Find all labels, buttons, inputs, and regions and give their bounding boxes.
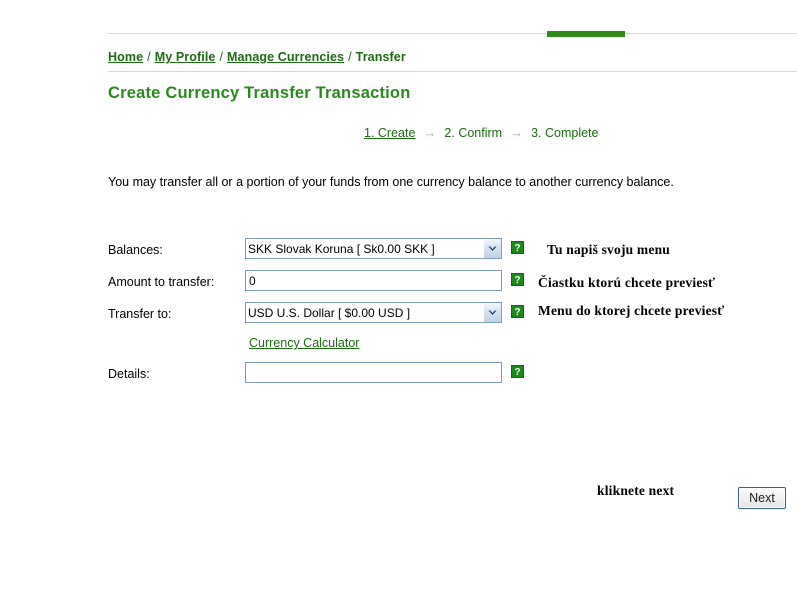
transfer-to-field-wrap: USD U.S. Dollar [ $0.00 USD ] [245,302,502,323]
currency-calculator-link[interactable]: Currency Calculator [249,336,359,350]
details-label: Details: [108,367,150,381]
annotation-balances: Tu napiš svoju menu [547,242,670,257]
help-icon-balances[interactable]: ? [511,241,524,254]
transfer-to-select[interactable]: USD U.S. Dollar [ $0.00 USD ] [245,302,502,323]
breadcrumb-item-my-profile[interactable]: My Profile [155,50,216,64]
help-icon-amount[interactable]: ? [511,273,524,286]
breadcrumb-divider [108,71,797,72]
transfer-to-label: Transfer to: [108,307,172,321]
transfer-form: Balances: SKK Slovak Koruna [ Sk0.00 SKK… [108,236,538,392]
step-3-complete: 3. Complete [531,126,599,140]
breadcrumb: Home / My Profile / Manage Currencies / Transf… [108,50,406,64]
annotation-transfer-to: Menu do ktorej chcete previesť [538,303,725,318]
balances-select[interactable]: SKK Slovak Koruna [ Sk0.00 SKK ] [245,238,502,259]
intro-text: You may transfer all or a portion of you… [108,175,674,189]
details-field-wrap [245,362,502,383]
form-row-transfer-to: Transfer to: USD U.S. Dollar [ $0.00 USD… [108,300,538,332]
form-row-details: Details: ? [108,360,538,392]
active-section-tab [547,31,625,37]
breadcrumb-separator: / [147,50,151,64]
details-input[interactable] [245,362,502,383]
balances-label: Balances: [108,243,163,257]
help-icon-transfer-to[interactable]: ? [511,305,524,318]
amount-field-wrap [245,270,502,291]
step-wizard: 1. Create → 2. Confirm → 3. Complete [364,125,598,140]
amount-label: Amount to transfer: [108,275,215,289]
step-1-create[interactable]: 1. Create [364,126,415,140]
breadcrumb-item-home[interactable]: Home [108,50,143,64]
top-decorative-bar [108,31,797,37]
help-icon-details[interactable]: ? [511,365,524,378]
balances-field-wrap: SKK Slovak Koruna [ Sk0.00 SKK ] [245,238,502,259]
form-row-amount: Amount to transfer: ? [108,268,538,300]
amount-input[interactable] [245,270,502,291]
breadcrumb-separator: / [348,50,352,64]
step-arrow-icon: → [423,125,437,140]
form-row-balances: Balances: SKK Slovak Koruna [ Sk0.00 SKK… [108,236,538,268]
annotation-amount: Čiastku ktorú chcete previesť [538,275,716,290]
breadcrumb-item-manage-currencies[interactable]: Manage Currencies [227,50,344,64]
breadcrumb-separator: / [219,50,224,64]
breadcrumb-item-transfer: Transfer [355,50,406,64]
top-rule [108,33,797,34]
annotation-next: kliknete next [597,483,675,498]
step-arrow-icon: → [510,125,524,140]
form-row-calculator: Currency Calculator [108,332,538,360]
next-button[interactable]: Next [738,487,786,509]
page-title: Create Currency Transfer Transaction [108,84,411,102]
step-2-confirm: 2. Confirm [444,126,503,140]
